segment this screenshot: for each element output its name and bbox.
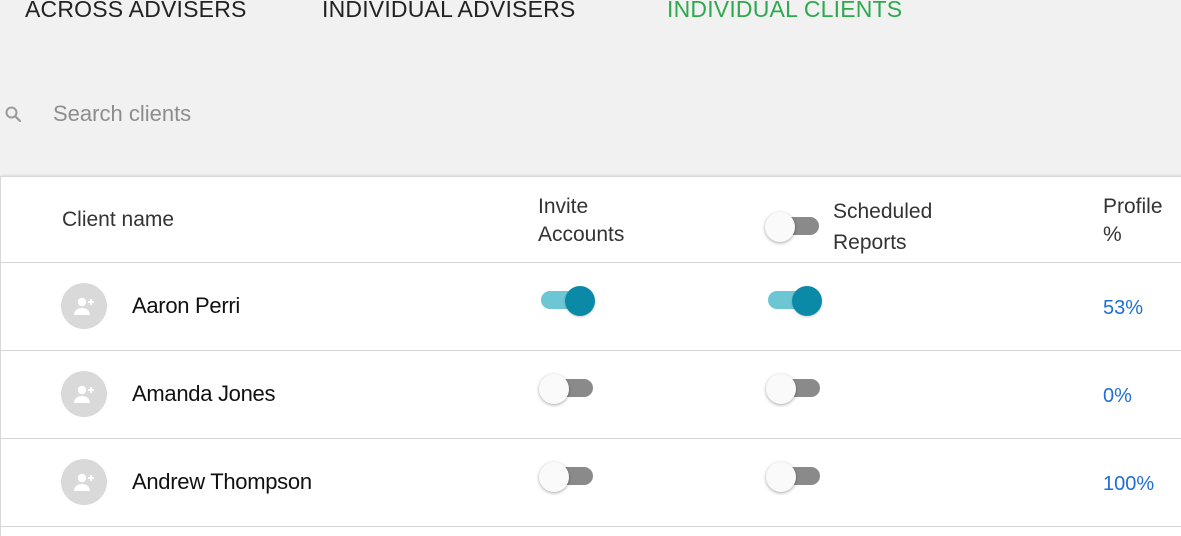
search-bar — [0, 96, 600, 132]
profile-percent-link[interactable]: 53% — [1103, 297, 1143, 320]
header-profile-line1: Profile — [1103, 195, 1163, 218]
scheduled-reports-toggle[interactable] — [766, 282, 822, 316]
scheduled-reports-all-toggle[interactable] — [765, 208, 821, 242]
invite-accounts-toggle[interactable] — [539, 282, 595, 316]
header-client-name: Client name — [62, 208, 175, 231]
search-input[interactable] — [53, 98, 553, 130]
tab-bar: ACROSS ADVISERS INDIVIDUAL ADVISERS INDI… — [0, 0, 1181, 30]
invite-accounts-toggle[interactable] — [539, 458, 595, 492]
scheduled-reports-toggle[interactable] — [766, 458, 822, 492]
header-scheduled-line2: Reports — [833, 231, 907, 254]
toggle-thumb — [539, 462, 569, 492]
header-invite-line1: Invite — [538, 195, 589, 218]
profile-percent-link[interactable]: 100% — [1103, 473, 1154, 496]
client-table: Client name Invite Accounts Scheduled Re… — [0, 176, 1181, 536]
toggle-thumb — [765, 212, 795, 242]
tab-across-advisers[interactable]: ACROSS ADVISERS — [25, 0, 247, 23]
toggle-thumb — [766, 462, 796, 492]
client-name[interactable]: Amanda Jones — [132, 381, 275, 407]
avatar — [61, 283, 107, 329]
table-row[interactable]: Aaron Perri 53% — [1, 263, 1181, 351]
header-scheduled-line1: Scheduled — [833, 200, 933, 223]
search-icon — [4, 105, 24, 125]
add-person-icon — [74, 473, 94, 491]
header-invite-line2: Accounts — [538, 223, 625, 246]
table-header: Client name Invite Accounts Scheduled Re… — [1, 177, 1181, 263]
client-name[interactable]: Aaron Perri — [132, 293, 240, 319]
table-row[interactable]: Andrew Thompson 100% — [1, 439, 1181, 527]
toggle-thumb — [539, 374, 569, 404]
tab-individual-advisers[interactable]: INDIVIDUAL ADVISERS — [322, 0, 575, 23]
header-profile-line2: % — [1103, 223, 1122, 246]
tab-individual-clients[interactable]: INDIVIDUAL CLIENTS — [667, 0, 902, 23]
invite-accounts-toggle[interactable] — [539, 370, 595, 404]
avatar — [61, 371, 107, 417]
add-person-icon — [74, 385, 94, 403]
table-row[interactable]: Amanda Jones 0% — [1, 351, 1181, 439]
scheduled-reports-toggle[interactable] — [766, 370, 822, 404]
profile-percent-link[interactable]: 0% — [1103, 385, 1132, 408]
toggle-thumb — [565, 286, 595, 316]
client-name[interactable]: Andrew Thompson — [132, 469, 312, 495]
toggle-thumb — [792, 286, 822, 316]
toggle-thumb — [766, 374, 796, 404]
add-person-icon — [74, 297, 94, 315]
avatar — [61, 459, 107, 505]
